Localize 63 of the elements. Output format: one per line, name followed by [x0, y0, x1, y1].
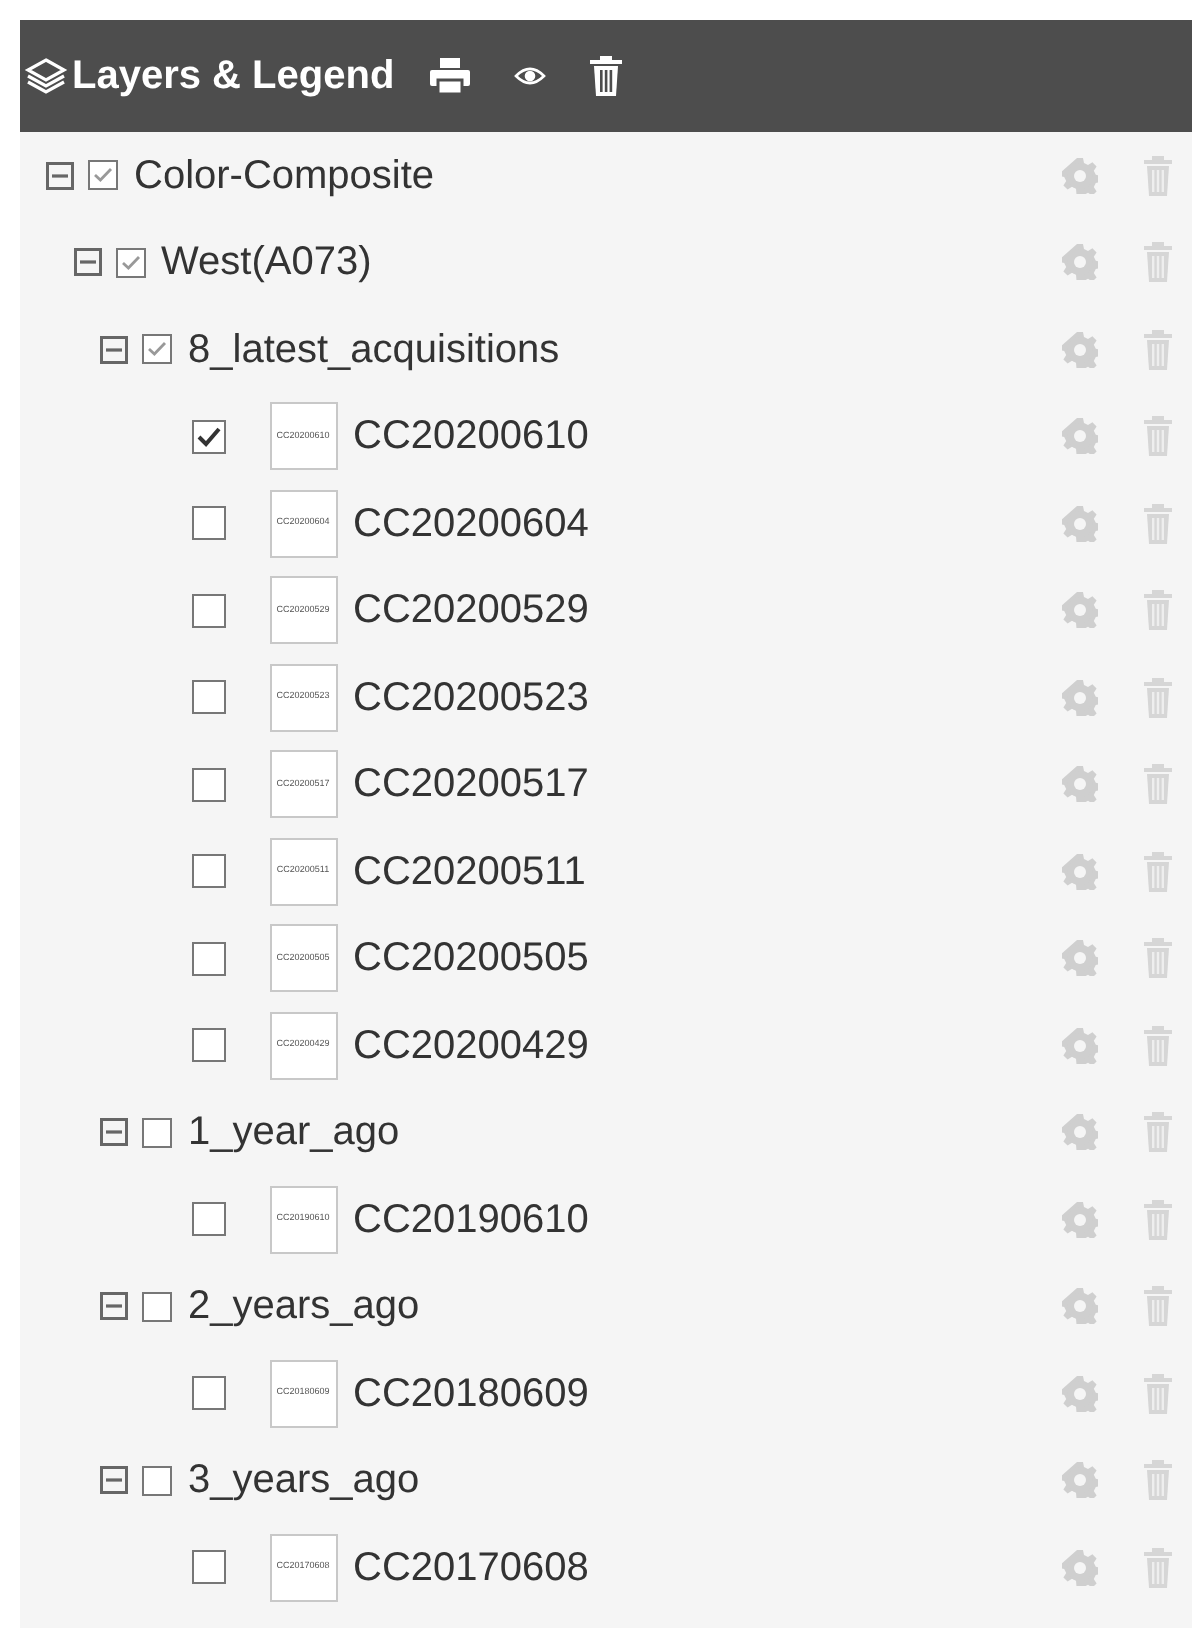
gear-icon[interactable] — [1062, 1288, 1098, 1325]
layer-label: CC20200505 — [353, 934, 589, 985]
gear-icon[interactable] — [1062, 1114, 1098, 1151]
gear-icon[interactable] — [1062, 940, 1098, 977]
layer-label: CC20200604 — [353, 499, 589, 550]
gear-icon[interactable] — [1062, 1462, 1098, 1499]
collapse-icon[interactable] — [100, 1466, 128, 1495]
group-label: Color-Composite — [134, 151, 435, 202]
checkbox[interactable] — [142, 334, 172, 365]
checkbox[interactable] — [142, 1291, 172, 1322]
collapse-icon[interactable] — [100, 335, 128, 364]
trash-icon[interactable] — [590, 56, 623, 96]
collapse-icon[interactable] — [46, 161, 74, 190]
gear-icon[interactable] — [1062, 1201, 1098, 1238]
panel-title: Layers & Legend — [72, 52, 395, 102]
layers-icon — [24, 56, 68, 96]
checkbox[interactable] — [191, 419, 225, 454]
eye-icon[interactable] — [514, 66, 547, 86]
checkbox[interactable] — [191, 1376, 225, 1411]
gear-icon[interactable] — [1062, 244, 1098, 281]
gear-icon[interactable] — [1062, 853, 1098, 890]
gear-icon[interactable] — [1062, 331, 1098, 368]
checkbox[interactable] — [115, 247, 145, 278]
checkbox[interactable] — [142, 1465, 172, 1496]
gear-icon[interactable] — [1062, 1375, 1098, 1412]
layer-label: CC20200429 — [353, 1021, 589, 1072]
layer-label: CC20200523 — [353, 673, 589, 724]
collapse-icon[interactable] — [100, 1118, 128, 1147]
collapse-icon[interactable] — [73, 248, 101, 277]
layer-label: CC20200511 — [353, 847, 586, 898]
layer-label: CC20200529 — [353, 586, 589, 637]
checkbox[interactable] — [88, 160, 118, 191]
checkbox[interactable] — [191, 1028, 225, 1063]
gear-icon[interactable] — [1062, 505, 1098, 542]
checkbox[interactable] — [142, 1117, 172, 1148]
checkbox[interactable] — [191, 593, 225, 628]
checkbox[interactable] — [191, 680, 225, 715]
layer-label: CC20180609 — [353, 1369, 589, 1420]
gear-icon[interactable] — [1062, 1549, 1098, 1586]
layer-label: CC20190610 — [353, 1195, 589, 1246]
gear-icon[interactable] — [1062, 766, 1098, 803]
group-label: 2_years_ago — [188, 1282, 420, 1333]
gear-icon[interactable] — [1062, 418, 1098, 455]
gear-icon[interactable] — [1062, 157, 1098, 194]
checkbox[interactable] — [191, 506, 225, 541]
checkbox[interactable] — [191, 854, 225, 889]
checkbox[interactable] — [191, 941, 225, 976]
group-label: 1_year_ago — [188, 1108, 400, 1159]
gear-icon[interactable] — [1062, 592, 1098, 629]
checkbox[interactable] — [191, 1550, 225, 1585]
layer-label: CC20200610 — [353, 412, 589, 463]
checkbox[interactable] — [191, 1202, 225, 1237]
print-icon[interactable] — [430, 58, 471, 94]
group-label: West(A073) — [161, 238, 372, 289]
gear-icon[interactable] — [1062, 679, 1098, 716]
checkbox[interactable] — [191, 767, 225, 802]
gear-icon[interactable] — [1062, 1027, 1098, 1064]
collapse-icon[interactable] — [100, 1292, 128, 1321]
layer-label: CC20200517 — [353, 760, 589, 811]
group-label: 3_years_ago — [188, 1456, 420, 1507]
check-icon — [195, 425, 221, 448]
layer-label: CC20170608 — [353, 1543, 589, 1594]
group-label: 8_latest_acquisitions — [188, 325, 560, 376]
